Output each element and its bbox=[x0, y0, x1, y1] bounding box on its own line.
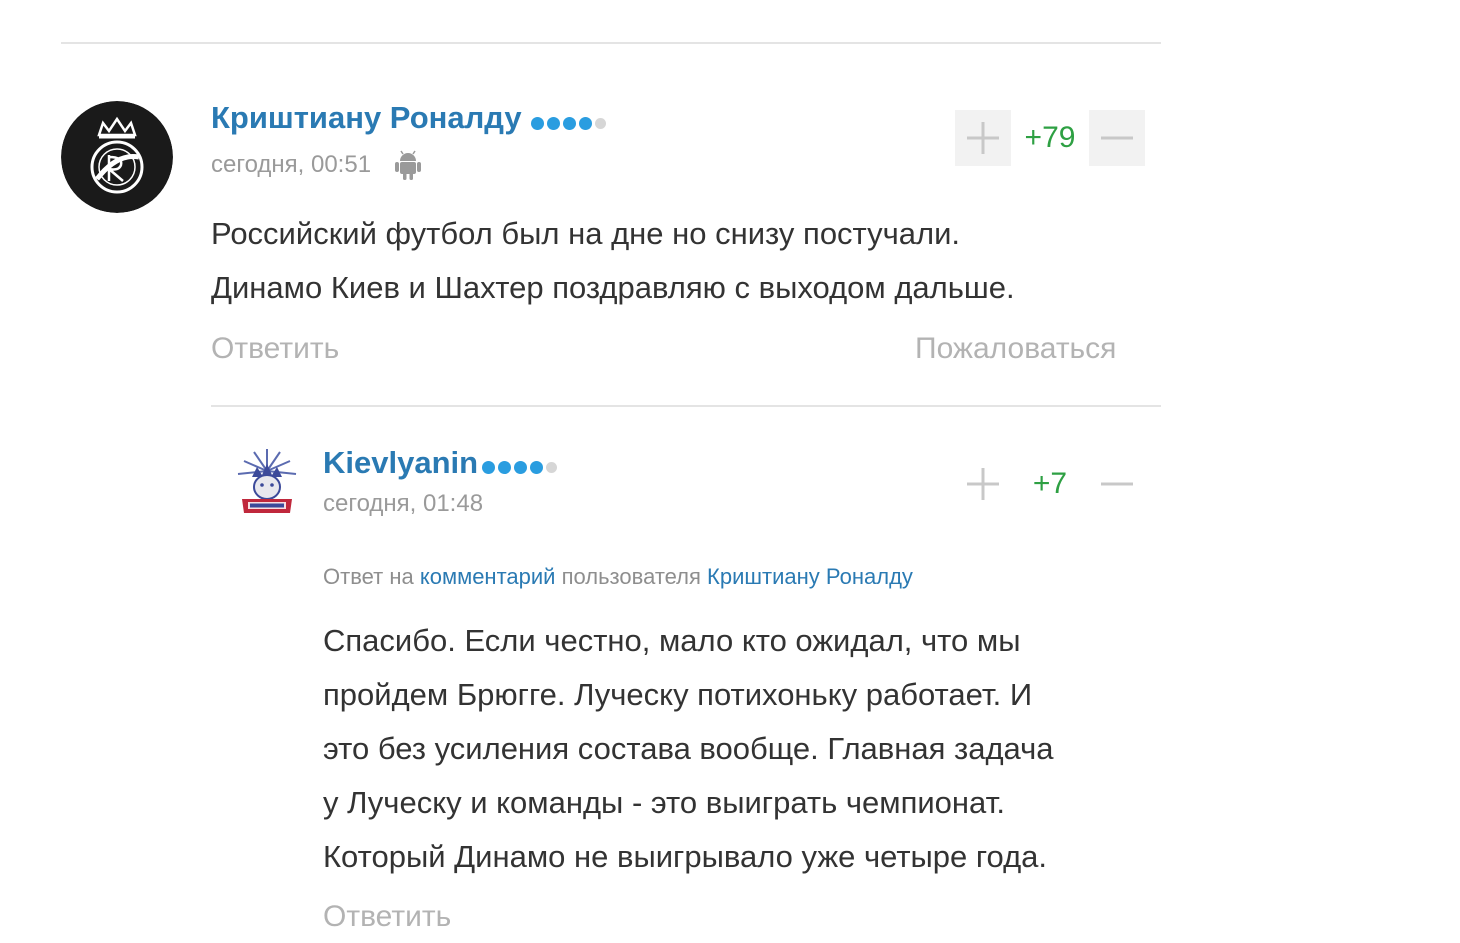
top-divider bbox=[61, 42, 1161, 44]
reply-to-prefix: Ответ на bbox=[323, 564, 414, 589]
author-name[interactable]: Kievlyanin bbox=[323, 445, 478, 481]
downvote-button[interactable] bbox=[1089, 110, 1145, 166]
author-name[interactable]: Криштиану Роналду bbox=[211, 100, 522, 136]
rating-dot bbox=[514, 461, 527, 474]
avatar[interactable] bbox=[61, 101, 173, 213]
plus-icon bbox=[967, 122, 999, 154]
reply-button[interactable]: Ответить bbox=[323, 900, 451, 934]
reply-button[interactable]: Ответить bbox=[211, 332, 339, 366]
avatar[interactable] bbox=[230, 447, 304, 521]
rating-dot bbox=[579, 117, 592, 130]
reply-to-line: Ответ на комментарий пользователя Кришти… bbox=[323, 564, 913, 590]
vote-score: +79 bbox=[1024, 121, 1076, 154]
comment-text: Спасибо. Если честно, мало кто ожидал, ч… bbox=[323, 614, 1054, 884]
android-icon bbox=[395, 150, 421, 180]
user-rating bbox=[531, 117, 606, 130]
vote-box: +7 bbox=[955, 456, 1145, 512]
comment-text: Российский футбол был на дне но снизу по… bbox=[211, 207, 1015, 315]
rating-dot bbox=[482, 461, 495, 474]
upvote-button[interactable] bbox=[955, 456, 1011, 512]
comments-section: Криштиану Роналду сегодня, 00:51 +79 Рос… bbox=[0, 0, 1460, 943]
comment-text-line: Динамо Киев и Шахтер поздравляю с выходо… bbox=[211, 270, 1015, 305]
reply-to-middle: пользователя bbox=[561, 564, 701, 589]
comment-text-line: Спасибо. Если честно, мало кто ожидал, ч… bbox=[323, 623, 1021, 658]
comment-text-line: у Луческу и команды - это выиграть чемпи… bbox=[323, 785, 1005, 820]
rating-dot bbox=[547, 117, 560, 130]
plus-icon bbox=[967, 468, 999, 500]
rating-dot bbox=[530, 461, 543, 474]
minus-icon bbox=[1101, 482, 1133, 486]
user-rating bbox=[482, 461, 557, 474]
upvote-button[interactable] bbox=[955, 110, 1011, 166]
rating-dot bbox=[563, 117, 576, 130]
timestamp: сегодня, 01:48 bbox=[323, 490, 484, 517]
real-madrid-crest-icon bbox=[61, 101, 173, 213]
comment-divider bbox=[211, 405, 1161, 407]
rating-dot bbox=[546, 462, 557, 473]
vote-box: +79 bbox=[955, 110, 1145, 166]
vote-score: +7 bbox=[1032, 467, 1068, 500]
comment-text-line: пройдем Брюгге. Луческу потихоньку работ… bbox=[323, 677, 1033, 712]
rating-dot bbox=[498, 461, 511, 474]
statue-of-liberty-logo-icon bbox=[237, 449, 297, 513]
comment-text-line: Российский футбол был на дне но снизу по… bbox=[211, 216, 961, 251]
downvote-button[interactable] bbox=[1089, 456, 1145, 512]
rating-dot bbox=[531, 117, 544, 130]
rating-dot bbox=[595, 118, 606, 129]
comment-text-line: это без усиления состава вообще. Главная… bbox=[323, 731, 1054, 766]
user-link[interactable]: Криштиану Роналду bbox=[707, 564, 913, 589]
timestamp: сегодня, 00:51 bbox=[211, 151, 372, 178]
comment-link[interactable]: комментарий bbox=[420, 564, 556, 589]
minus-icon bbox=[1101, 136, 1133, 140]
comment-text-line: Который Динамо не выигрывало уже четыре … bbox=[323, 839, 1048, 874]
report-button[interactable]: Пожаловаться bbox=[915, 332, 1116, 366]
